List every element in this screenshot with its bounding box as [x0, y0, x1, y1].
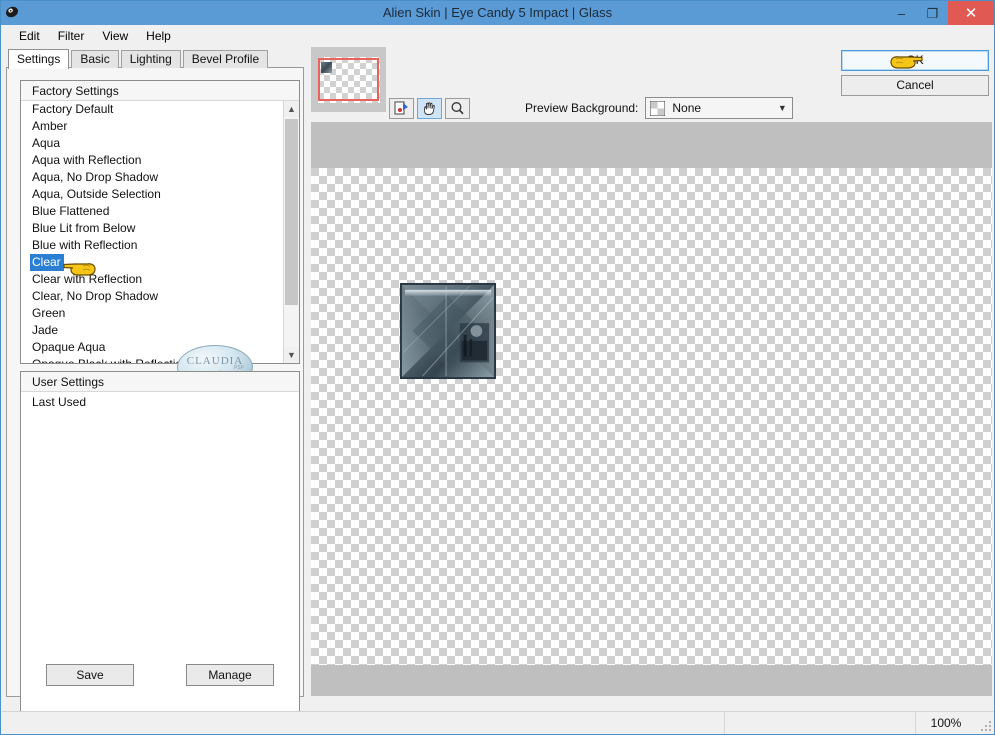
- list-item[interactable]: Green: [21, 305, 299, 322]
- scrollbar-thumb[interactable]: [285, 119, 298, 305]
- canvas-checkerboard: [311, 168, 992, 665]
- preset-button-row: Save Manage: [20, 664, 300, 686]
- glass-effect-preview[interactable]: [399, 282, 497, 380]
- preview-canvas[interactable]: [311, 122, 992, 696]
- chevron-up-icon[interactable]: ▲: [284, 101, 299, 117]
- list-item[interactable]: Aqua with Reflection: [21, 152, 299, 169]
- factory-settings-items[interactable]: Factory Default Amber Aqua Aqua with Ref…: [21, 101, 299, 363]
- list-item[interactable]: Factory Default: [21, 101, 299, 118]
- close-button[interactable]: ✕: [948, 1, 994, 25]
- preview-toolbar: Preview Background: None ▼: [389, 94, 994, 122]
- tab-settings[interactable]: Settings: [8, 49, 70, 69]
- status-bar: 100%: [2, 711, 994, 734]
- menu-item-edit[interactable]: Edit: [10, 27, 49, 45]
- list-item[interactable]: Jade: [21, 322, 299, 339]
- window-controls: – ❐ ✕: [886, 1, 994, 25]
- scrollbar-track[interactable]: [284, 117, 299, 347]
- list-item[interactable]: Blue Flattened: [21, 203, 299, 220]
- user-settings-header: User Settings: [21, 372, 299, 392]
- manage-button[interactable]: Manage: [186, 664, 274, 686]
- menu-item-help[interactable]: Help: [137, 27, 180, 45]
- checkerboard-swatch-icon: [650, 100, 666, 116]
- list-item[interactable]: Opaque Black with Reflection: [21, 356, 299, 363]
- factory-settings-listbox[interactable]: Factory Settings Factory Default Amber A…: [20, 80, 300, 364]
- tab-strip: Settings Basic Lighting Bevel Profile: [8, 49, 270, 69]
- left-panel: Settings Basic Lighting Bevel Profile Fa…: [2, 46, 308, 721]
- cancel-button[interactable]: Cancel: [841, 75, 989, 96]
- tab-lighting[interactable]: Lighting: [120, 50, 181, 68]
- zoom-tool-icon[interactable]: [445, 97, 470, 119]
- menu-bar: Edit Filter View Help: [2, 25, 994, 46]
- list-item[interactable]: Clear, No Drop Shadow: [21, 288, 299, 305]
- application-window: Alien Skin | Eye Candy 5 Impact | Glass …: [0, 0, 995, 735]
- menu-item-view[interactable]: View: [93, 27, 137, 45]
- preview-background-value: None: [672, 101, 702, 115]
- color-picker-icon[interactable]: [389, 97, 414, 119]
- list-item[interactable]: Clear with Reflection: [21, 271, 299, 288]
- preview-background-label: Preview Background:: [525, 101, 639, 115]
- save-button[interactable]: Save: [46, 664, 134, 686]
- title-bar: Alien Skin | Eye Candy 5 Impact | Glass …: [1, 1, 994, 25]
- tab-basic[interactable]: Basic: [71, 50, 119, 68]
- list-item[interactable]: Last Used: [21, 394, 299, 411]
- hand-tool-icon[interactable]: [417, 97, 442, 119]
- resize-grip-icon[interactable]: [976, 712, 994, 734]
- eye-candy-icon: [1, 1, 25, 25]
- window-title: Alien Skin | Eye Candy 5 Impact | Glass: [382, 5, 613, 20]
- list-item[interactable]: Aqua, No Drop Shadow: [21, 169, 299, 186]
- navigator-thumbnail[interactable]: [311, 47, 386, 112]
- zoom-level-indicator: 100%: [930, 715, 962, 730]
- right-pane: OK Cancel Preview Background: None ▼: [309, 46, 994, 703]
- list-item[interactable]: Blue Lit from Below: [21, 220, 299, 237]
- navigator-image-thumb: [321, 62, 332, 73]
- ok-button[interactable]: OK: [841, 50, 989, 71]
- factory-settings-scrollbar[interactable]: ▲ ▼: [283, 101, 299, 363]
- list-item[interactable]: Aqua, Outside Selection: [21, 186, 299, 203]
- list-item[interactable]: Blue with Reflection: [21, 237, 299, 254]
- status-cell-middle: [725, 711, 916, 734]
- list-item-selected[interactable]: Clear: [30, 254, 64, 271]
- minimize-button[interactable]: –: [886, 1, 917, 25]
- preview-background-dropdown[interactable]: None ▼: [645, 97, 794, 119]
- list-item[interactable]: Amber: [21, 118, 299, 135]
- list-item[interactable]: Aqua: [21, 135, 299, 152]
- dialog-buttons: OK Cancel: [841, 50, 989, 96]
- maximize-button[interactable]: ❐: [917, 1, 948, 25]
- menu-item-filter[interactable]: Filter: [49, 27, 94, 45]
- status-cell-left: [2, 711, 725, 734]
- list-item[interactable]: Opaque Aqua: [21, 339, 299, 356]
- factory-settings-header: Factory Settings: [21, 81, 299, 101]
- tab-bevel-profile[interactable]: Bevel Profile: [182, 50, 269, 68]
- chevron-down-icon[interactable]: ▼: [284, 347, 299, 363]
- settings-tab-page: Factory Settings Factory Default Amber A…: [6, 67, 304, 721]
- chevron-down-icon[interactable]: ▼: [772, 103, 792, 113]
